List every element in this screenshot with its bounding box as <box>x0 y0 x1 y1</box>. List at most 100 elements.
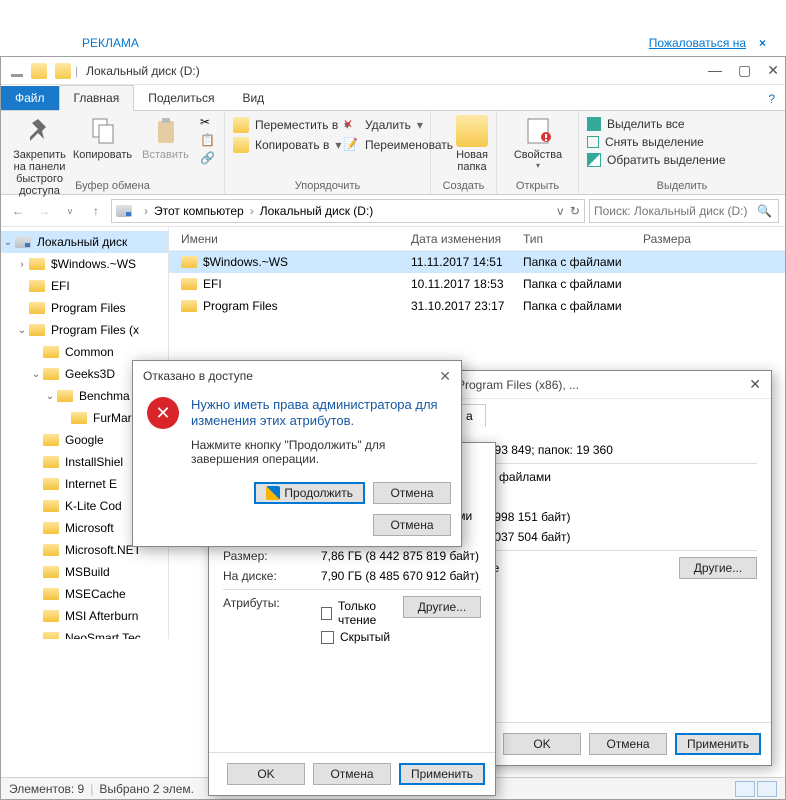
col-name[interactable]: Имени <box>169 232 399 246</box>
expand-icon[interactable]: › <box>15 259 29 270</box>
tree-label: Локальный диск <box>37 235 127 249</box>
tree-item[interactable]: EFI <box>1 275 168 297</box>
cancel-button-2[interactable]: Отмена <box>373 514 451 536</box>
invert-icon <box>587 153 601 167</box>
view-details-button[interactable] <box>735 781 755 797</box>
new-folder-button[interactable]: Новая папка <box>439 115 505 173</box>
file-row[interactable]: Program Files31.10.2017 23:17Папка с фай… <box>169 295 785 317</box>
system-menu-icon[interactable] <box>11 74 23 77</box>
rename-icon: 📝 <box>343 137 359 153</box>
item-count: Элементов: 9 <box>9 782 84 796</box>
tree-label: Microsoft.NET <box>65 543 141 557</box>
continue-button[interactable]: Продолжить <box>254 482 365 504</box>
apply-button[interactable]: Применить <box>399 763 485 785</box>
tree-item[interactable]: NeoSmart Tec <box>1 627 168 639</box>
apply-button[interactable]: Применить <box>675 733 761 755</box>
expand-icon[interactable]: ⌄ <box>29 369 43 380</box>
properties-button[interactable]: Свойства ▾ <box>505 115 571 170</box>
tree-item[interactable]: Program Files <box>1 297 168 319</box>
close-button[interactable]: ✕ <box>749 376 761 393</box>
tab-home[interactable]: Главная <box>59 85 135 111</box>
cut-icon[interactable]: ✂ <box>200 115 216 131</box>
copy-icon <box>87 115 119 147</box>
ok-button[interactable]: OK <box>503 733 581 755</box>
tree-item[interactable]: ›$Windows.~WS <box>1 253 168 275</box>
ad-close[interactable]: × <box>759 36 766 50</box>
tab-view[interactable]: Вид <box>228 86 278 110</box>
paste-icon <box>150 115 182 147</box>
tree-label: FurMar <box>93 411 132 425</box>
tree-item[interactable]: MSECache <box>1 583 168 605</box>
readonly-checkbox[interactable]: Только чтение <box>321 599 403 627</box>
close-button[interactable]: ✕ <box>767 62 779 79</box>
quick-folder-icon[interactable] <box>31 63 47 79</box>
recent-button[interactable]: v <box>59 200 81 222</box>
tree-label: Common <box>65 345 114 359</box>
expand-icon[interactable]: ⌄ <box>43 391 57 402</box>
tree-label: Google <box>65 433 104 447</box>
tree-item[interactable]: MSBuild <box>1 561 168 583</box>
folder-icon <box>43 566 59 578</box>
error-message: Нужно иметь права администратора для изм… <box>191 397 447 430</box>
search-input[interactable] <box>594 204 774 218</box>
dialog-titlebar[interactable]: Отказано в доступе ✕ <box>133 361 461 391</box>
checkbox-icon <box>321 631 334 644</box>
other-button[interactable]: Другие... <box>403 596 481 618</box>
ribbon-tabs: Файл Главная Поделиться Вид ? <box>1 85 785 111</box>
help-button[interactable]: ? <box>758 88 785 110</box>
file-date: 10.11.2017 18:53 <box>399 277 511 291</box>
invert-selection-button[interactable]: Обратить выделение <box>587 153 777 167</box>
select-none-button[interactable]: Снять выделение <box>587 135 777 149</box>
clipboard-caption: Буфер обмена <box>1 180 224 192</box>
breadcrumb-drive[interactable]: Локальный диск (D:) <box>260 204 374 218</box>
up-button[interactable]: ↑ <box>85 200 107 222</box>
col-date[interactable]: Дата изменения <box>399 232 511 246</box>
cancel-button[interactable]: Отмена <box>589 733 667 755</box>
dialog-title: Отказано в доступе <box>143 369 253 383</box>
close-button[interactable]: ✕ <box>439 368 451 385</box>
tree-label: Program Files <box>51 301 126 315</box>
titlebar[interactable]: | Локальный диск (D:) — ▢ ✕ <box>1 57 785 85</box>
view-icons-button[interactable] <box>757 781 777 797</box>
dialog-titlebar[interactable]: Program Files (x86), ... ✕ <box>447 371 771 399</box>
address-field[interactable]: › Этот компьютер › Локальный диск (D:) v… <box>111 199 585 223</box>
tree-item[interactable]: ⌄ Локальный диск <box>1 231 168 253</box>
col-size[interactable]: Размера <box>631 232 711 246</box>
file-type: Папка с файлами <box>511 299 661 313</box>
pin-icon <box>24 115 56 147</box>
tab-file[interactable]: Файл <box>1 86 59 110</box>
back-button[interactable]: ← <box>7 200 29 222</box>
folder-icon <box>29 302 45 314</box>
col-type[interactable]: Тип <box>511 232 631 246</box>
tab-share[interactable]: Поделиться <box>134 86 228 110</box>
expand-icon[interactable]: ⌄ <box>15 325 29 336</box>
folder-icon <box>43 588 59 600</box>
ok-button[interactable]: OK <box>227 763 305 785</box>
file-row[interactable]: $Windows.~WS11.11.2017 14:51Папка с файл… <box>169 251 785 273</box>
breadcrumb-root[interactable]: Этот компьютер <box>154 204 244 218</box>
other-button[interactable]: Другие... <box>679 557 757 579</box>
tree-label: EFI <box>51 279 70 293</box>
cancel-button[interactable]: Отмена <box>373 482 451 504</box>
forward-button[interactable]: → <box>33 200 55 222</box>
file-name: Program Files <box>203 299 278 313</box>
address-dropdown[interactable]: v ↻ <box>557 204 580 218</box>
tree-item[interactable]: MSI Afterburn <box>1 605 168 627</box>
select-all-button[interactable]: Выделить все <box>587 117 777 131</box>
copy-path-icon[interactable]: 📋 <box>200 133 216 149</box>
tree-label: Internet E <box>65 477 117 491</box>
expand-icon[interactable]: ⌄ <box>1 237 15 248</box>
folder-icon <box>57 390 73 402</box>
ad-label: РЕКЛАМА <box>82 36 139 50</box>
file-row[interactable]: EFI10.11.2017 18:53Папка с файлами <box>169 273 785 295</box>
tree-item[interactable]: ⌄Program Files (x <box>1 319 168 341</box>
cancel-button[interactable]: Отмена <box>313 763 391 785</box>
maximize-button[interactable]: ▢ <box>738 62 751 79</box>
complain-link[interactable]: Пожаловаться на <box>649 36 746 50</box>
search-field[interactable]: 🔍 <box>589 199 779 223</box>
minimize-button[interactable]: — <box>708 62 722 79</box>
column-headers[interactable]: Имени Дата изменения Тип Размера <box>169 227 785 251</box>
folder-icon <box>71 412 87 424</box>
paste-shortcut-icon[interactable]: 🔗 <box>200 151 216 167</box>
hidden-checkbox[interactable]: Скрытый <box>321 630 403 644</box>
